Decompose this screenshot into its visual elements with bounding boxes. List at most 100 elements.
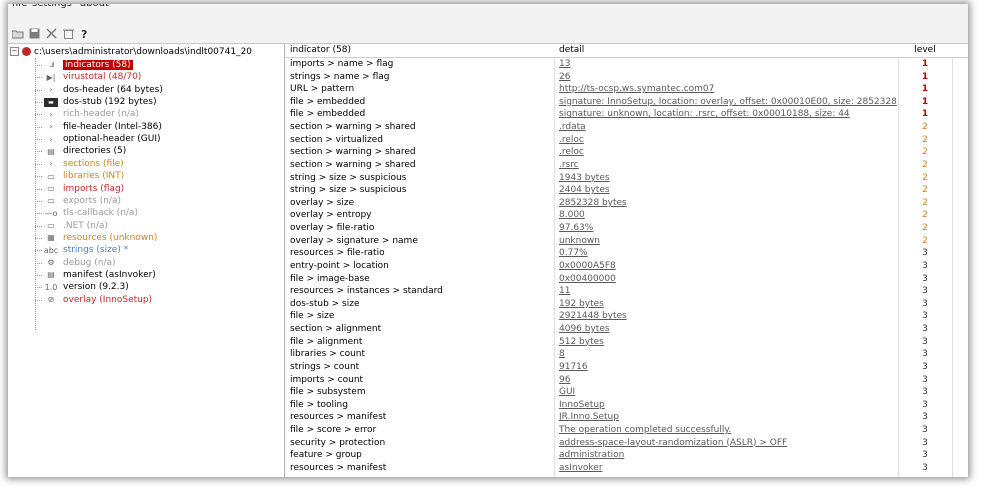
- detail-cell[interactable]: 26: [559, 71, 570, 84]
- table-row[interactable]: resources > manifest JR.Inno.Setup 3: [286, 411, 968, 424]
- tree-item[interactable]: ▭ exports (n/a): [35, 195, 121, 207]
- table-row[interactable]: file > alignment 512 bytes 3: [286, 336, 968, 349]
- tree-item[interactable]: › optional-header (GUI): [35, 133, 161, 145]
- detail-cell[interactable]: 0.77%: [559, 247, 588, 260]
- tree-item[interactable]: ▶| virustotal (48/70): [35, 71, 141, 83]
- detail-cell[interactable]: .reloc: [559, 134, 584, 147]
- tree-item[interactable]: ⊘ overlay (InnoSetup): [35, 294, 152, 306]
- detail-cell[interactable]: 2852328 bytes: [559, 197, 627, 210]
- tree-item[interactable]: › rich-header (n/a): [35, 108, 139, 120]
- delete-icon[interactable]: [62, 27, 75, 40]
- detail-cell[interactable]: 0x0000A5F8: [559, 260, 616, 273]
- tree-item[interactable]: abc strings (size) *: [35, 244, 128, 256]
- table-row[interactable]: resources > file-ratio 0.77% 3: [286, 247, 968, 260]
- tree-item[interactable]: › file-header (Intel-386): [35, 121, 162, 133]
- tree-item[interactable]: › dos-header (64 bytes): [35, 84, 163, 96]
- table-row[interactable]: resources > instances > standard 11 3: [286, 285, 968, 298]
- tree-item[interactable]: ▭ imports (flag): [35, 183, 124, 195]
- collapse-icon[interactable]: −: [10, 47, 19, 56]
- detail-cell[interactable]: .reloc: [559, 146, 584, 159]
- menu-item-about[interactable]: about: [80, 4, 109, 9]
- detail-cell[interactable]: 8.000: [559, 209, 585, 222]
- detail-cell[interactable]: 2921448 bytes: [559, 310, 627, 323]
- table-row[interactable]: strings > count 91716 3: [286, 361, 968, 374]
- table-row[interactable]: overlay > file-ratio 97.63% 2: [286, 222, 968, 235]
- tree-root[interactable]: − c:\users\administrator\downloads\indlt…: [10, 46, 252, 57]
- detail-cell[interactable]: 96: [559, 374, 570, 387]
- tree-item[interactable]: › sections (file): [35, 158, 124, 170]
- table-row[interactable]: strings > name > flag 26 1: [286, 71, 968, 84]
- detail-cell[interactable]: JR.Inno.Setup: [559, 411, 619, 424]
- table-row[interactable]: section > warning > shared .rsrc 2: [286, 159, 968, 172]
- table-row[interactable]: dos-stub > size 192 bytes 3: [286, 298, 968, 311]
- table-row[interactable]: overlay > entropy 8.000 2: [286, 209, 968, 222]
- table-row[interactable]: libraries > count 8 3: [286, 348, 968, 361]
- table-row[interactable]: section > warning > shared .reloc 2: [286, 146, 968, 159]
- detail-cell[interactable]: signature: InnoSetup, location: overlay,…: [559, 96, 897, 109]
- column-header-detail[interactable]: detail: [559, 44, 584, 57]
- tree-item[interactable]: ▦ resources (unknown): [35, 232, 157, 244]
- table-row[interactable]: section > alignment 4096 bytes 3: [286, 323, 968, 336]
- detail-cell[interactable]: 2404 bytes: [559, 184, 610, 197]
- detail-cell[interactable]: signature: unknown, location: .rsrc, off…: [559, 108, 850, 121]
- detail-cell[interactable]: 4096 bytes: [559, 323, 610, 336]
- detail-cell[interactable]: 192 bytes: [559, 298, 604, 311]
- detail-cell[interactable]: 13: [559, 58, 570, 71]
- tree-item[interactable]: ▭ .NET (n/a): [35, 220, 108, 232]
- table-row[interactable]: imports > count 96 3: [286, 374, 968, 387]
- table-row[interactable]: file > tooling InnoSetup 3: [286, 399, 968, 412]
- table-row[interactable]: overlay > signature > name unknown 2: [286, 235, 968, 248]
- table-row[interactable]: security > protection address-space-layou…: [286, 437, 968, 450]
- table-row[interactable]: URL > pattern http://ts-ocsp.ws.symantec.…: [286, 83, 968, 96]
- detail-cell[interactable]: address-space-layout-randomization (ASLR…: [559, 437, 787, 450]
- menu-item-file[interactable]: file: [12, 4, 27, 9]
- table-row[interactable]: file > image-base 0x00400000 3: [286, 273, 968, 286]
- detail-cell[interactable]: InnoSetup: [559, 399, 605, 412]
- table-row[interactable]: file > size 2921448 bytes 3: [286, 310, 968, 323]
- table-row[interactable]: feature > group administration 3: [286, 449, 968, 462]
- tree-item[interactable]: ..ıl indicators (58): [35, 59, 133, 71]
- detail-cell[interactable]: 1943 bytes: [559, 172, 610, 185]
- tree-item[interactable]: ▬ dos-stub (192 bytes): [35, 96, 157, 108]
- tree-item[interactable]: ▤ directories (5): [35, 145, 126, 157]
- table-row[interactable]: section > warning > shared .rdata 2: [286, 121, 968, 134]
- detail-cell[interactable]: 8: [559, 348, 565, 361]
- tree-item[interactable]: ⚙ debug (n/a): [35, 257, 116, 269]
- tree-item[interactable]: ▭ libraries (INT): [35, 170, 124, 182]
- save-icon[interactable]: [28, 27, 41, 40]
- table-row[interactable]: file > embedded signature: InnoSetup, loc…: [286, 96, 968, 109]
- table-row[interactable]: file > subsystem GUI 3: [286, 386, 968, 399]
- table-row[interactable]: file > score > error The operation comple…: [286, 424, 968, 437]
- table-row[interactable]: overlay > size 2852328 bytes 2: [286, 197, 968, 210]
- detail-cell[interactable]: asInvoker: [559, 462, 603, 475]
- detail-cell[interactable]: 97.63%: [559, 222, 593, 235]
- table-row[interactable]: file > embedded signature: unknown, locat…: [286, 108, 968, 121]
- table-row[interactable]: imports > name > flag 13 1: [286, 58, 968, 71]
- table-row[interactable]: section > virtualized .reloc 2: [286, 134, 968, 147]
- tree-item[interactable]: 1.0 version (9.2.3): [35, 281, 129, 293]
- table-row[interactable]: string > size > suspicious 2404 bytes 2: [286, 184, 968, 197]
- help-icon[interactable]: ?: [79, 27, 92, 40]
- detail-cell[interactable]: 512 bytes: [559, 336, 604, 349]
- column-header-level[interactable]: level: [898, 44, 952, 57]
- menu-item-settings[interactable]: settings: [32, 4, 72, 9]
- detail-cell[interactable]: 11: [559, 285, 570, 298]
- detail-cell[interactable]: 0x00400000: [559, 273, 616, 286]
- table-row[interactable]: entry-point > location 0x0000A5F8 3: [286, 260, 968, 273]
- table-row[interactable]: resources > manifest asInvoker 3: [286, 462, 968, 475]
- detail-cell[interactable]: .rsrc: [559, 159, 579, 172]
- detail-cell[interactable]: 91716: [559, 361, 588, 374]
- detail-cell[interactable]: GUI: [559, 386, 575, 399]
- detail-cell[interactable]: administration: [559, 449, 624, 462]
- table-row[interactable]: string > size > suspicious 1943 bytes 2: [286, 172, 968, 185]
- tree-item[interactable]: —o tls-callback (n/a): [35, 207, 138, 219]
- indicator-cell: file > score > error: [290, 424, 377, 435]
- detail-cell[interactable]: .rdata: [559, 121, 586, 134]
- column-header-indicator[interactable]: indicator (58): [290, 44, 351, 57]
- detail-cell[interactable]: The operation completed successfully.: [559, 424, 731, 437]
- detail-cell[interactable]: unknown: [559, 235, 600, 248]
- detail-cell[interactable]: http://ts-ocsp.ws.symantec.com07: [559, 83, 714, 96]
- open-folder-icon[interactable]: [11, 27, 24, 40]
- tree-item[interactable]: ▤ manifest (asInvoker): [35, 269, 156, 281]
- close-file-icon[interactable]: [45, 27, 58, 40]
